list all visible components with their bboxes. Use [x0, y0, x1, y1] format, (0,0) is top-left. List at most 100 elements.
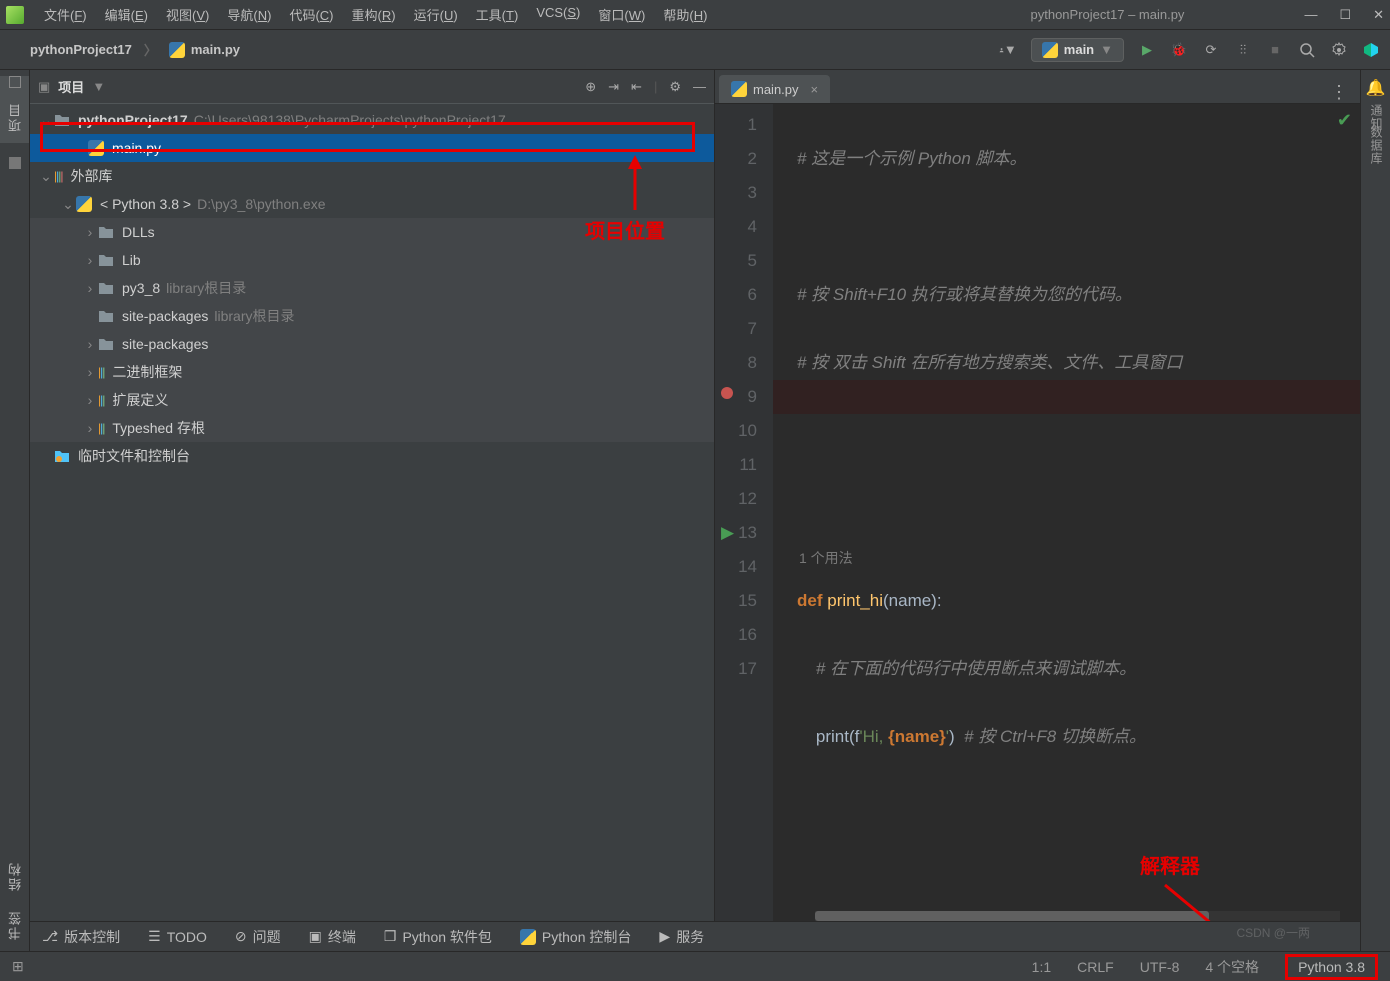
usage-hint[interactable]: 1 个用法 — [799, 550, 1360, 566]
tree-external-libs[interactable]: ⌄ |||| 外部库 — [30, 162, 714, 190]
chevron-down-icon[interactable]: ▼ — [92, 79, 105, 94]
chevron-down-icon[interactable]: ⌄ — [38, 168, 54, 185]
settings-icon[interactable] — [1330, 41, 1348, 59]
search-icon[interactable] — [1298, 41, 1316, 59]
run-with-coverage-button[interactable]: ⟳ — [1202, 41, 1220, 59]
menu-navigate[interactable]: 导航(N) — [227, 5, 271, 24]
tool-bookmarks[interactable]: 书签 — [0, 902, 31, 948]
project-panel-title[interactable]: 项目 — [58, 77, 84, 96]
tool-console[interactable]: Python 控制台 — [520, 927, 631, 947]
tree-root-path: C:\Users\98138\PycharmProjects\pythonPro… — [194, 112, 506, 128]
code-with-me-icon[interactable] — [1362, 41, 1380, 59]
tree-py38[interactable]: › py3_8 library根目录 — [30, 274, 714, 302]
tree-root-name: pythonProject17 — [78, 112, 188, 128]
tree-file-main[interactable]: main.py — [30, 134, 714, 162]
user-icon[interactable]: ▼ — [999, 41, 1017, 59]
run-config-selector[interactable]: main ▼ — [1031, 38, 1124, 62]
stop-button[interactable]: ■ — [1266, 41, 1284, 59]
status-indent[interactable]: 4 个空格 — [1205, 957, 1259, 977]
panel-settings-icon[interactable]: ⚙ — [669, 79, 681, 95]
breakpoint-icon[interactable] — [721, 387, 733, 399]
tree-scratches[interactable]: 临时文件和控制台 — [30, 442, 714, 470]
menu-tools[interactable]: 工具(T) — [476, 5, 519, 24]
editor-tab-main[interactable]: main.py × — [719, 75, 830, 103]
tool-terminal[interactable]: ▣终端 — [309, 927, 356, 947]
expand-all-icon[interactable]: ⇥ — [608, 79, 619, 95]
tool-todo[interactable]: ☰TODO — [148, 928, 207, 945]
tree-project-root[interactable]: ⌄ pythonProject17 C:\Users\98138\Pycharm… — [30, 106, 714, 134]
tree-dlls[interactable]: › DLLs — [30, 218, 714, 246]
tree-site-packages-2[interactable]: › site-packages — [30, 330, 714, 358]
collapse-all-icon[interactable]: ⇤ — [631, 79, 642, 95]
scrollbar-thumb[interactable] — [815, 911, 1209, 921]
run-button[interactable]: ▶ — [1138, 41, 1156, 59]
chevron-right-icon[interactable]: › — [82, 280, 98, 296]
chevron-right-icon[interactable]: › — [82, 392, 98, 408]
python-file-icon — [731, 81, 747, 97]
code-area[interactable]: # 这是一个示例 Python 脚本。 # 按 Shift+F10 执行或将其替… — [773, 104, 1360, 921]
tool-database[interactable]: 数据库 — [1361, 120, 1390, 171]
list-icon: ☰ — [148, 928, 161, 945]
gutter[interactable]: 1 2 3 4 5 6 7 8 9 10 11 12 13▶ 14 15 16 … — [715, 104, 773, 921]
tree-binary[interactable]: › ||| 二进制框架 — [30, 358, 714, 386]
chevron-right-icon[interactable]: › — [82, 224, 98, 240]
menu-help[interactable]: 帮助(H) — [663, 5, 707, 24]
chevron-right-icon[interactable]: › — [82, 420, 98, 436]
tool-windows-icon[interactable]: ⊞ — [12, 958, 24, 975]
maximize-button[interactable]: ☐ — [1339, 7, 1351, 23]
menu-edit[interactable]: 编辑(E) — [105, 5, 148, 24]
more-tabs-icon[interactable]: ⋮ — [1330, 82, 1348, 103]
tool-vcs[interactable]: ⎇版本控制 — [42, 927, 120, 947]
chevron-right-icon[interactable]: › — [82, 336, 98, 352]
status-interpreter[interactable]: Python 3.8 — [1285, 954, 1378, 980]
notifications-icon[interactable]: 🔔 — [1361, 70, 1390, 98]
tree-site-packages-1[interactable]: site-packages library根目录 — [30, 302, 714, 330]
tool-project[interactable]: 项目 — [0, 94, 31, 140]
tree-python-interpreter[interactable]: ⌄ < Python 3.8 > D:\py3_8\python.exe — [30, 190, 714, 218]
menu-window[interactable]: 窗口(W) — [598, 5, 645, 24]
editor-body[interactable]: 1 2 3 4 5 6 7 8 9 10 11 12 13▶ 14 15 16 … — [715, 104, 1360, 921]
tree-lib[interactable]: › Lib — [30, 246, 714, 274]
tool-packages[interactable]: ❒Python 软件包 — [384, 927, 492, 947]
status-position[interactable]: 1:1 — [1032, 959, 1051, 975]
minimize-button[interactable]: — — [1304, 7, 1317, 23]
tree-ext-def[interactable]: › ||| 扩展定义 — [30, 386, 714, 414]
chevron-down-icon[interactable]: ⌄ — [60, 196, 76, 213]
folder-icon — [98, 281, 114, 295]
menu-vcs[interactable]: VCS(S) — [536, 5, 580, 24]
debug-button[interactable]: 🐞 — [1170, 41, 1188, 59]
breadcrumb-file[interactable]: main.py — [191, 42, 240, 57]
chevron-right-icon[interactable]: › — [82, 252, 98, 268]
close-tab-icon[interactable]: × — [811, 82, 819, 97]
tool-services[interactable]: ▶服务 — [659, 927, 704, 947]
chevron-right-icon[interactable]: › — [82, 364, 98, 380]
tool-problems[interactable]: ⊘问题 — [235, 927, 281, 947]
project-tree[interactable]: ⌄ pythonProject17 C:\Users\98138\Pycharm… — [30, 104, 714, 921]
menu-view[interactable]: 视图(V) — [166, 5, 209, 24]
library-icon: ||| — [98, 393, 104, 407]
status-line-sep[interactable]: CRLF — [1077, 959, 1114, 975]
breadcrumb[interactable]: pythonProject17 〉 main.py — [30, 40, 240, 59]
menu-run[interactable]: 运行(U) — [414, 5, 458, 24]
menu-code[interactable]: 代码(C) — [289, 5, 333, 24]
hide-panel-icon[interactable]: — — [693, 79, 706, 95]
inspection-ok-icon[interactable]: ✔ — [1337, 110, 1352, 131]
select-opened-file-icon[interactable]: ⊕ — [585, 79, 596, 95]
branch-icon: ⎇ — [42, 928, 58, 945]
close-button[interactable]: ✕ — [1373, 7, 1384, 23]
status-encoding[interactable]: UTF-8 — [1140, 959, 1180, 975]
menu-file[interactable]: 文件(F) — [44, 5, 87, 24]
services-icon: ▶ — [659, 928, 670, 945]
attach-button[interactable]: ⫶⫶ — [1234, 41, 1252, 59]
run-gutter-icon[interactable]: ▶ — [721, 516, 734, 550]
tree-typeshed[interactable]: › ||| Typeshed 存根 — [30, 414, 714, 442]
menu-bar: 文件(F) 编辑(E) 视图(V) 导航(N) 代码(C) 重构(R) 运行(U… — [44, 5, 707, 24]
horizontal-scrollbar[interactable] — [815, 911, 1340, 921]
breadcrumb-project[interactable]: pythonProject17 — [30, 42, 132, 57]
menu-refactor[interactable]: 重构(R) — [352, 5, 396, 24]
python-file-icon — [1042, 42, 1058, 58]
python-icon — [520, 929, 536, 945]
chevron-down-icon[interactable]: ⌄ — [38, 112, 54, 129]
tool-structure[interactable]: 结构 — [0, 853, 31, 899]
bookmarks-icon[interactable] — [9, 157, 21, 169]
